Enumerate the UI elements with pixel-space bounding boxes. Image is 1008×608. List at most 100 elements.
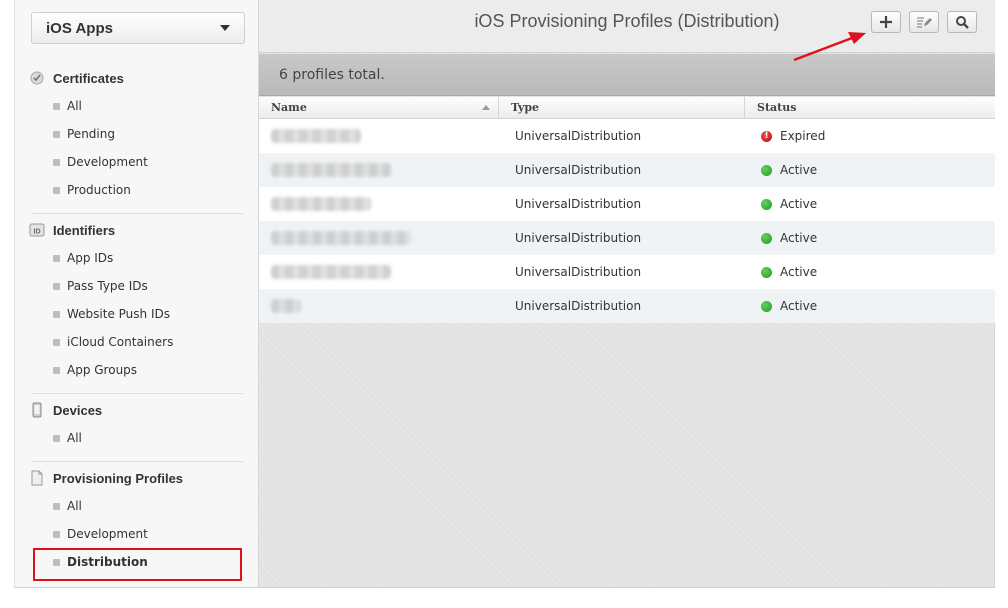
add-profile-button[interactable] [871, 11, 901, 33]
status-label: Active [780, 197, 818, 211]
table-row[interactable]: UniversalDistribution Active [259, 153, 995, 187]
platform-select-value: iOS Apps [46, 19, 113, 37]
profile-status-cell: Active [745, 187, 995, 221]
bullet-icon [53, 130, 60, 138]
profile-name-cell [259, 255, 499, 289]
profile-status-cell: ! Expired [745, 119, 995, 153]
sidebar-item-pass-type-ids[interactable]: Pass Type IDs [15, 272, 260, 300]
redacted-name [271, 163, 391, 177]
status-label: Active [780, 163, 818, 177]
column-label: Name [271, 101, 307, 114]
sort-ascending-icon [482, 105, 490, 110]
profile-type-cell: UniversalDistribution [515, 197, 642, 211]
bullet-icon [53, 186, 60, 194]
sidebar-item-certificates-all[interactable]: All [15, 92, 260, 120]
bullet-icon [53, 530, 60, 538]
active-status-icon [761, 300, 772, 312]
sidebar-item-certificates-development[interactable]: Development [15, 148, 260, 176]
certificate-icon [29, 70, 45, 86]
edit-icon [917, 17, 932, 28]
sidebar-item-profiles-all[interactable]: All [15, 492, 260, 520]
profile-status-cell: Active [745, 221, 995, 255]
table-row[interactable]: UniversalDistribution Active [259, 255, 995, 289]
profile-name-cell [259, 119, 499, 153]
bullet-icon [53, 434, 60, 442]
search-icon [956, 16, 969, 29]
nav-label: Development [67, 527, 148, 541]
bullet-icon [53, 366, 60, 374]
sidebar-item-certificates-pending[interactable]: Pending [15, 120, 260, 148]
profiles-table: Name Type Status UniversalDistribution !… [259, 97, 995, 323]
section-title: Devices [53, 402, 103, 418]
sidebar-item-certificates-production[interactable]: Production [15, 176, 260, 204]
status-label: Active [780, 231, 818, 245]
status-label: Active [780, 265, 818, 279]
nav-label: All [67, 431, 82, 445]
status-label: Active [780, 299, 818, 313]
section-header-devices: Devices [15, 396, 260, 424]
divider [31, 393, 243, 394]
profile-status-cell: Active [745, 153, 995, 187]
platform-select[interactable]: iOS Apps [31, 12, 245, 44]
profile-type-cell: UniversalDistribution [515, 299, 642, 313]
nav-label: App Groups [67, 363, 138, 377]
profile-name-cell [259, 153, 499, 187]
nav-label: Development [67, 155, 148, 169]
sidebar-item-devices-all[interactable]: All [15, 424, 260, 452]
profile-status-cell: Active [745, 289, 995, 323]
profile-name-cell [259, 221, 499, 255]
nav-label: Pending [67, 127, 115, 141]
active-status-icon [761, 266, 772, 278]
sidebar-item-website-push-ids[interactable]: Website Push IDs [15, 300, 260, 328]
section-header-identifiers: ID Identifiers [15, 216, 260, 244]
section-header-certificates: Certificates [15, 64, 260, 92]
nav-label: All [67, 499, 82, 513]
column-header-name[interactable]: Name [259, 97, 499, 118]
sidebar-item-profiles-development[interactable]: Development [15, 520, 260, 548]
bullet-icon [53, 502, 60, 510]
profile-name-cell [259, 289, 499, 323]
document-icon [29, 470, 45, 486]
redacted-name [271, 299, 301, 313]
table-row[interactable]: UniversalDistribution Active [259, 187, 995, 221]
profiles-summary: 6 profiles total. [259, 54, 995, 96]
nav-label: Website Push IDs [67, 307, 170, 321]
profile-type-cell: UniversalDistribution [515, 231, 642, 245]
sidebar-item-app-groups[interactable]: App Groups [15, 356, 260, 384]
profile-status-cell: Active [745, 255, 995, 289]
bullet-icon [53, 310, 60, 318]
bullet-icon [53, 282, 60, 290]
nav-label: Production [67, 183, 131, 197]
sidebar: iOS Apps Certificates All Pending Develo… [14, 0, 259, 588]
expired-status-icon: ! [761, 130, 772, 142]
chevron-down-icon [220, 25, 230, 31]
profile-type-cell: UniversalDistribution [515, 163, 642, 177]
column-header-status[interactable]: Status [745, 97, 995, 118]
edit-button[interactable] [909, 11, 939, 33]
bullet-icon [53, 338, 60, 346]
svg-text:ID: ID [34, 229, 41, 236]
profile-name-cell [259, 187, 499, 221]
profile-type-cell: UniversalDistribution [515, 265, 642, 279]
bullet-icon [53, 158, 60, 166]
section-title: Identifiers [53, 222, 116, 238]
profile-type-cell: UniversalDistribution [515, 129, 642, 143]
nav-label: App IDs [67, 251, 114, 265]
id-icon: ID [29, 222, 45, 238]
bullet-icon [53, 254, 60, 262]
column-header-type[interactable]: Type [499, 97, 745, 118]
nav-label: All [67, 99, 82, 113]
device-icon [29, 402, 45, 418]
bullet-icon [53, 102, 60, 110]
sidebar-item-app-ids[interactable]: App IDs [15, 244, 260, 272]
search-button[interactable] [947, 11, 977, 33]
section-identifiers: ID Identifiers App IDs Pass Type IDs Web… [15, 216, 260, 384]
table-row[interactable]: UniversalDistribution Active [259, 221, 995, 255]
sidebar-item-icloud-containers[interactable]: iCloud Containers [15, 328, 260, 356]
table-row[interactable]: UniversalDistribution Active [259, 289, 995, 323]
table-row[interactable]: UniversalDistribution ! Expired [259, 119, 995, 153]
divider [31, 461, 243, 462]
active-status-icon [761, 232, 772, 244]
plus-icon [880, 16, 892, 28]
redacted-name [271, 129, 361, 143]
